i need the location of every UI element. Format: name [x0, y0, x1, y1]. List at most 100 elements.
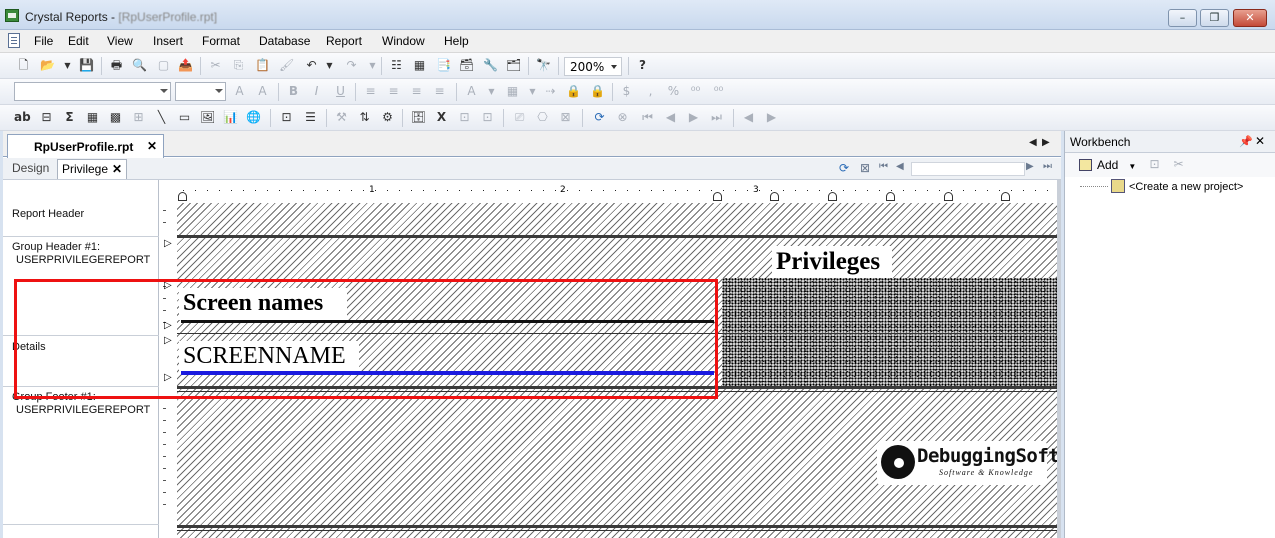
increase-font-icon[interactable]: A: [232, 84, 247, 99]
menu-help[interactable]: Help: [444, 34, 469, 48]
xml-expert-icon[interactable]: X: [434, 110, 449, 125]
alerts-icon[interactable]: ⊠: [558, 110, 573, 125]
insert-crosstab-icon[interactable]: ▦: [85, 110, 100, 125]
cut-icon[interactable]: ✂: [208, 58, 223, 73]
align-left-icon[interactable]: ≡: [363, 84, 378, 99]
font-size-combo[interactable]: [175, 82, 226, 101]
print-icon[interactable]: 🖶: [109, 58, 124, 73]
section-expert-icon[interactable]: ☰: [303, 110, 318, 125]
first-page-view-icon[interactable]: ⏮: [879, 161, 888, 172]
close-window-button[interactable]: ✕: [1233, 9, 1267, 27]
screenname-field[interactable]: SCREENNAME: [183, 342, 346, 370]
print-preview-icon[interactable]: 🔍: [132, 58, 147, 73]
redo-icon[interactable]: ↷: [344, 58, 359, 73]
crosstab-object[interactable]: [722, 278, 1057, 386]
currency-icon[interactable]: $: [619, 84, 634, 99]
guide-marker-icon[interactable]: [1001, 192, 1010, 201]
zoom-select[interactable]: 200%: [564, 57, 622, 76]
border-dropdown-icon[interactable]: ▼: [525, 84, 540, 99]
guide-marker-icon[interactable]: ▷: [164, 238, 172, 249]
section-details[interactable]: Details: [12, 341, 46, 354]
prev-page-view-icon[interactable]: ◀: [896, 161, 904, 172]
lock-size-icon[interactable]: 🔒: [590, 84, 605, 99]
italic-icon[interactable]: I: [309, 84, 324, 99]
add-button[interactable]: Add ▼: [1079, 158, 1136, 172]
section-group-footer-label[interactable]: Group Footer #1:: [12, 391, 96, 404]
decrease-font-icon[interactable]: A: [255, 84, 270, 99]
guide-marker-icon[interactable]: ▷: [164, 372, 172, 383]
insert-text-object-icon[interactable]: ab: [14, 110, 31, 125]
close-tab-icon[interactable]: ✕: [147, 139, 157, 153]
dependency-checker-icon[interactable]: 🔧: [483, 58, 498, 73]
find-icon[interactable]: 🔭: [536, 58, 551, 73]
menu-edit[interactable]: Edit: [68, 34, 89, 48]
suppress-icon[interactable]: ⇢: [543, 84, 558, 99]
stop-icon[interactable]: ⊗: [615, 110, 630, 125]
bold-icon[interactable]: B: [286, 84, 301, 99]
stop-view-icon[interactable]: ⊠: [860, 161, 870, 175]
menu-file[interactable]: File: [34, 34, 53, 48]
menu-database[interactable]: Database: [259, 34, 310, 48]
section-group-header-label[interactable]: Group Header #1:: [12, 241, 100, 254]
font-color-icon[interactable]: A: [464, 84, 479, 99]
increase-decimals-icon[interactable]: ⁰⁰: [688, 84, 703, 99]
pin-icon[interactable]: 📌: [1239, 135, 1253, 148]
workbench-icon[interactable]: 🗂: [506, 58, 521, 73]
paste-icon[interactable]: 📋: [255, 58, 270, 73]
percent-icon[interactable]: %: [666, 84, 681, 99]
guide-marker-icon[interactable]: [828, 192, 837, 201]
database-expert-icon[interactable]: 🗄: [411, 110, 426, 125]
refresh-view-icon[interactable]: ⟳: [839, 161, 849, 175]
next-page-view-icon[interactable]: ▶: [1026, 161, 1034, 172]
first-page-icon[interactable]: ⏮: [640, 110, 655, 125]
document-icon[interactable]: [8, 33, 20, 48]
thousands-separator-icon[interactable]: ,: [643, 84, 658, 99]
guide-marker-icon[interactable]: [178, 192, 187, 201]
guide-marker-icon[interactable]: [713, 192, 722, 201]
menu-view[interactable]: View: [107, 34, 133, 48]
minimize-button[interactable]: –: [1168, 9, 1197, 27]
screen-names-heading[interactable]: Screen names: [183, 289, 323, 317]
guide-marker-icon[interactable]: ▷: [164, 280, 172, 291]
guide-marker-icon[interactable]: [944, 192, 953, 201]
delete-icon[interactable]: ✂: [1171, 157, 1186, 172]
repository-explorer-icon[interactable]: 🗃: [459, 58, 474, 73]
undo-icon[interactable]: ↶: [304, 58, 319, 73]
record-sort-expert-icon[interactable]: ⇅: [357, 110, 372, 125]
select-expert-icon[interactable]: ⚒: [334, 110, 349, 125]
insert-group-icon[interactable]: ⊟: [39, 110, 54, 125]
menu-format[interactable]: Format: [202, 34, 240, 48]
guide-marker-icon[interactable]: [886, 192, 895, 201]
tab-design[interactable]: Design: [12, 161, 49, 175]
insert-summary-icon[interactable]: Σ: [62, 110, 77, 125]
insert-picture-icon[interactable]: 🖼: [200, 110, 215, 125]
page-setup-icon[interactable]: ▢: [156, 58, 171, 73]
open-icon[interactable]: 📂: [40, 58, 55, 73]
justify-icon[interactable]: ≡: [432, 84, 447, 99]
tab-privilege[interactable]: Privilege ✕: [57, 159, 128, 179]
new-icon[interactable]: 🗋: [16, 58, 31, 73]
guide-marker-icon[interactable]: ▷: [164, 320, 172, 331]
visual-linking-icon[interactable]: ⎔: [535, 110, 550, 125]
report-explorer-icon[interactable]: 📑: [436, 58, 451, 73]
insert-flash-icon[interactable]: ⊡: [279, 110, 294, 125]
tab-scroll-left-icon[interactable]: ◀: [1029, 137, 1037, 148]
help-icon[interactable]: ?: [635, 58, 650, 73]
export-icon[interactable]: 📤: [178, 58, 193, 73]
refresh-icon[interactable]: ⟳: [592, 110, 607, 125]
menu-insert[interactable]: Insert: [153, 34, 183, 48]
guide-marker-icon[interactable]: ▷: [164, 335, 172, 346]
insert-line-icon[interactable]: ╲: [154, 110, 169, 125]
font-color-dropdown-icon[interactable]: ▼: [484, 84, 499, 99]
border-icon[interactable]: ▦: [505, 84, 520, 99]
privileges-title[interactable]: Privileges: [774, 248, 883, 276]
next-page-icon[interactable]: ▶: [686, 110, 701, 125]
align-right-icon[interactable]: ≡: [409, 84, 424, 99]
template-expert-icon[interactable]: ⊡: [457, 110, 472, 125]
copy-icon[interactable]: ⎘: [231, 58, 246, 73]
restore-button[interactable]: ❐: [1200, 9, 1229, 27]
vertical-scrollbar[interactable]: [1057, 180, 1061, 538]
last-page-icon[interactable]: ⏭: [709, 110, 724, 125]
group-tree-icon[interactable]: ☷: [389, 58, 404, 73]
last-page-view-icon[interactable]: ⏭: [1043, 161, 1052, 172]
